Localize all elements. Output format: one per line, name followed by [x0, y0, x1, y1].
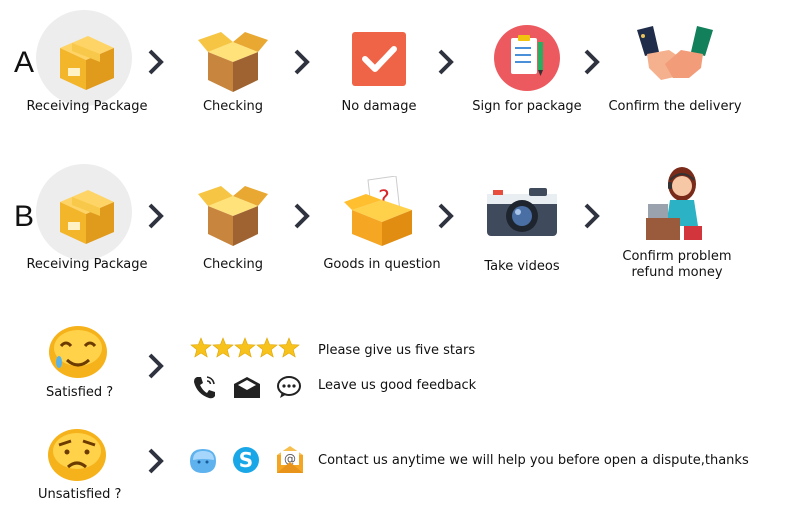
row-a-step-confirm: Confirm the delivery [600, 10, 750, 120]
star-icon [256, 337, 278, 358]
satisfied-block: Satisfied ? [40, 322, 120, 402]
happy-face-icon [49, 326, 107, 378]
satisfied-label: Satisfied ? [46, 385, 114, 400]
camera-icon [487, 188, 557, 236]
step-label: Checking [202, 99, 264, 114]
feedback-request-text: Leave us good feedback [318, 378, 477, 393]
messenger-bubble-icon [190, 449, 216, 473]
skype-icon: S [233, 447, 259, 473]
phone-icon [194, 376, 215, 399]
row-a-step-no-damage: No damage [304, 10, 454, 120]
support-agent-icon [646, 167, 702, 240]
check-badge-icon [352, 32, 406, 86]
chevron-right-icon [584, 203, 600, 229]
unsatisfied-block: Unsatisfied ? [38, 425, 128, 510]
handshake-icon [637, 26, 713, 80]
clipboard-sign-icon [494, 25, 560, 91]
step-label: Receiving Package [26, 99, 148, 114]
step-label: Goods in question [323, 257, 441, 272]
contact-text: Contact us anytime we will help you befo… [318, 453, 749, 468]
star-icon [278, 337, 300, 358]
step-label: Take videos [484, 259, 560, 274]
star-icon [234, 337, 256, 358]
svg-text:S: S [239, 448, 253, 472]
step-label: Confirm the delivery [608, 99, 742, 114]
step-label: Sign for package [472, 99, 582, 114]
chevron-right-icon [584, 49, 600, 75]
open-box-icon [198, 186, 268, 246]
chevron-right-icon [148, 448, 164, 474]
row-b-step-confirm-refund: Confirm problem refund money [602, 160, 752, 285]
step-label: Confirm problem refund money [622, 249, 732, 280]
unsatisfied-label: Unsatisfied ? [38, 487, 122, 502]
row-a-step-sign: Sign for package [452, 10, 602, 120]
question-box-icon: ? [344, 176, 412, 246]
row-b-step-receiving: Receiving Package [12, 164, 162, 274]
step-label: No damage [341, 99, 417, 114]
row-a-step-checking: Checking [158, 10, 308, 120]
row-b-step-goods-in-question: ? Goods in question [307, 164, 457, 274]
chevron-right-icon [148, 353, 164, 379]
five-stars [190, 337, 302, 359]
package-box-icon [60, 36, 114, 90]
step-label: Checking [202, 257, 264, 272]
row-b-step-checking: Checking [158, 164, 308, 274]
worried-face-icon [48, 429, 106, 481]
package-box-icon [60, 190, 114, 244]
star-icon [190, 337, 212, 358]
row-a-step-receiving: Receiving Package [12, 10, 162, 120]
envelope-icon [234, 377, 260, 398]
chat-bubble-icon [277, 376, 301, 398]
open-box-icon [198, 32, 268, 92]
email-at-icon: @ [277, 446, 303, 473]
stars-request-text: Please give us five stars [318, 343, 476, 358]
star-icon [212, 337, 234, 358]
row-b-step-take-videos: Take videos [447, 164, 597, 274]
step-label: Receiving Package [26, 257, 148, 272]
